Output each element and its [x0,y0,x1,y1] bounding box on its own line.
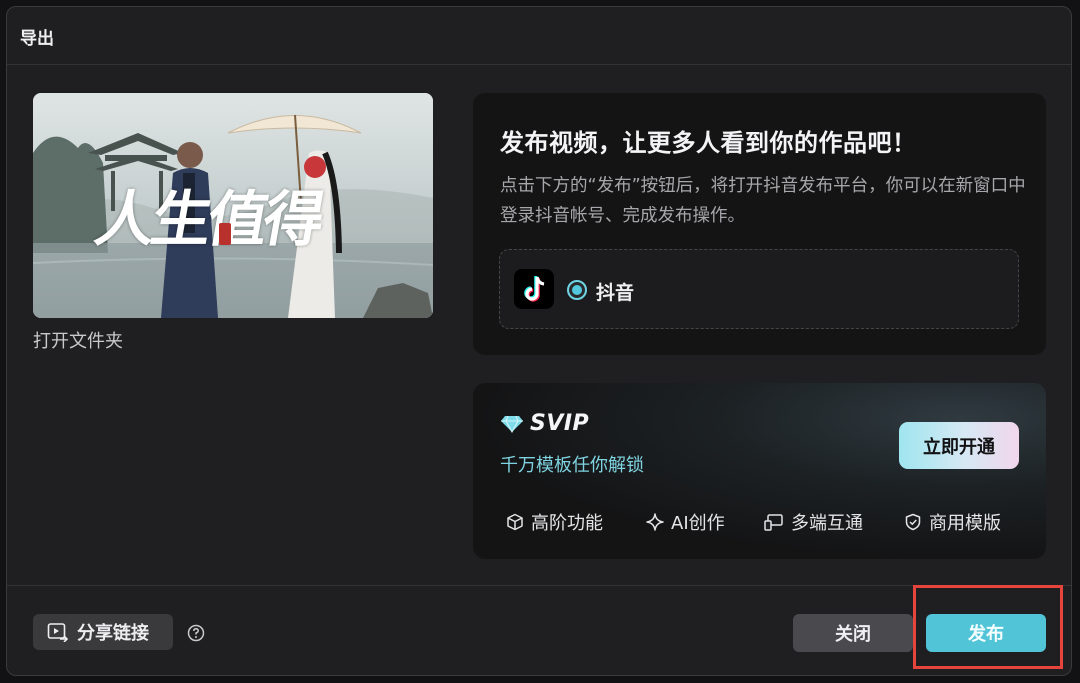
platform-option-douyin[interactable]: 抖音 [499,249,1019,329]
feature-multi-device: 多端互通 [764,509,863,535]
platform-label: 抖音 [596,282,635,304]
preview-seal-stamp [219,223,231,245]
open-folder-link[interactable]: 打开文件夹 [33,327,123,353]
export-dialog: 导出 人生值得 打开文件夹 发布视频，让更多人看到你的作品吧！ 点击下方的“发布… [6,6,1072,676]
feature-label: AI创作 [671,513,725,534]
dialog-title: 导出 [20,29,54,49]
dialog-titlebar: 导出 [7,7,1071,65]
cube-icon [507,513,523,531]
sparkle-icon [646,513,664,531]
platform-radio[interactable] [567,280,587,300]
feature-label: 多端互通 [791,513,863,534]
feature-label: 高阶功能 [531,513,603,534]
feature-ai: AI创作 [646,509,725,535]
svip-subtitle: 千万模板任你解锁 [500,455,644,476]
share-video-icon [47,623,69,642]
feature-advanced: 高阶功能 [506,509,603,535]
feature-label: 商用模版 [929,513,1001,534]
diamond-icon [501,415,523,433]
publish-button[interactable]: 发布 [926,614,1046,652]
publish-heading: 发布视频，让更多人看到你的作品吧！ [500,129,917,157]
open-svip-button[interactable]: 立即开通 [899,422,1019,469]
shield-check-icon [905,513,921,531]
svip-label: SVIP [530,411,590,436]
share-link-button[interactable]: 分享链接 [33,614,173,650]
devices-icon [764,514,783,531]
share-link-label: 分享链接 [77,623,149,644]
preview-overlay-title: 人生值得 [89,185,327,255]
radio-selected-dot [572,285,582,295]
help-icon[interactable] [187,624,205,642]
publish-description: 点击下方的“发布”按钮后，将打开抖音发布平台，你可以在新窗口中登录抖音帐号、完成… [500,176,1026,226]
svip-feature-list: 高阶功能 AI创作 多端互通 商用模版 [506,509,1026,539]
publish-card: 发布视频，让更多人看到你的作品吧！ 点击下方的“发布”按钮后，将打开抖音发布平台… [473,93,1046,355]
video-preview-thumbnail[interactable]: 人生值得 [33,93,433,318]
feature-commercial: 商用模版 [904,509,1001,535]
tiktok-icon [514,269,554,309]
svip-badge: SVIP [500,411,589,436]
svip-promo-card: SVIP 千万模板任你解锁 立即开通 高阶功能 AI创作 多端互通 商用模版 [473,383,1046,559]
close-button[interactable]: 关闭 [793,614,913,652]
dialog-footer: 分享链接 关闭 发布 [7,585,1071,675]
